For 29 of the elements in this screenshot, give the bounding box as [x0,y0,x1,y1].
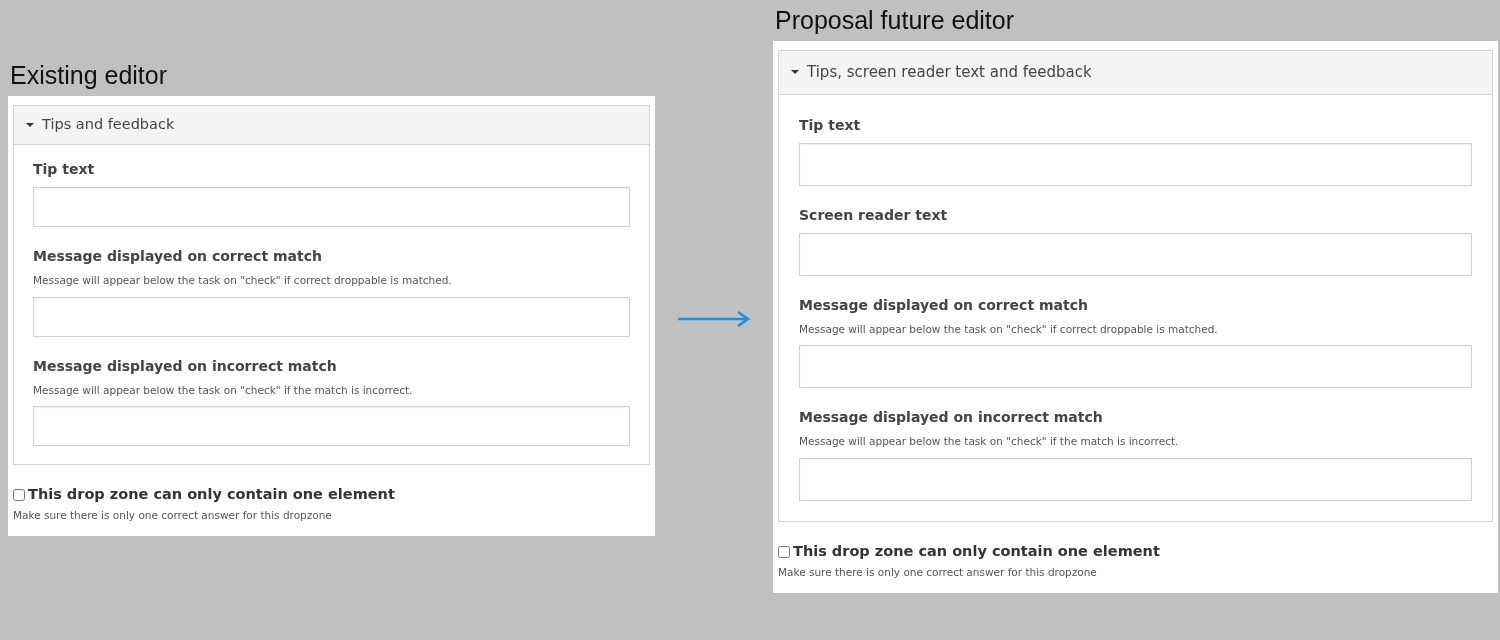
field-description: Message will appear below the task on "check" if the match is incorrect. [33,382,414,398]
field-description: Message will appear below the task on "check" if the match is incorrect. [799,434,1180,450]
input-field[interactable] [799,458,1472,501]
input-field[interactable] [799,142,1472,186]
checkbox[interactable] [13,489,25,502]
input-field[interactable] [33,296,630,337]
checkbox-label: This drop zone can only contain one element [793,542,1160,561]
field-label: Tip text [33,159,96,179]
input-field[interactable] [799,232,1472,276]
section-header[interactable]: Tips and feedback [14,106,649,145]
section-header[interactable]: Tips, screen reader text and feedback [779,51,1492,95]
field-description: Message will appear below the task on "check" if correct droppable is matched. [33,272,453,288]
field-label: Tip text [799,115,862,135]
arrow-icon [678,311,750,327]
field-label: Message displayed on incorrect match [799,408,1104,428]
field-label: Message displayed on correct match [33,246,323,266]
option-description: Make sure there is only one correct answer for this dropzone [13,508,333,523]
checkbox-label: This drop zone can only contain one element [28,485,395,505]
field-label: Message displayed on correct match [799,295,1089,315]
editor-heading: Existing editor [10,60,169,90]
input-field[interactable] [799,345,1472,389]
field-label: Message displayed on incorrect match [33,356,338,376]
field-label: Screen reader text [799,205,949,225]
option-description: Make sure there is only one correct answer for this dropzone [778,564,1098,580]
input-field[interactable] [33,186,630,227]
input-field[interactable] [33,406,630,447]
checkbox[interactable] [778,545,790,558]
editor-heading: Proposal future editor [775,5,1016,35]
field-description: Message will appear below the task on "check" if correct droppable is matched. [799,321,1219,337]
